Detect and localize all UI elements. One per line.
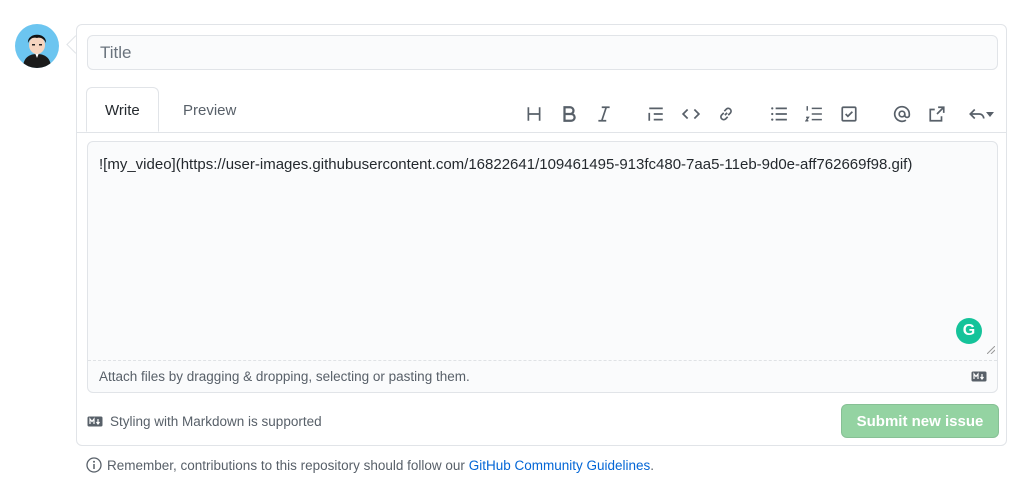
header-icon[interactable] (523, 103, 545, 125)
markdown-icon (971, 371, 987, 382)
guidelines-note: Remember, contributions to this reposito… (86, 457, 654, 473)
numbered-list-icon[interactable] (803, 103, 825, 125)
tab-preview[interactable]: Preview (165, 87, 254, 132)
resize-handle-icon[interactable] (987, 346, 995, 354)
link-icon[interactable] (715, 103, 737, 125)
title-input[interactable] (87, 35, 998, 70)
attach-files-text: Attach files by dragging & dropping, sel… (99, 369, 470, 384)
avatar[interactable] (15, 24, 59, 68)
body-text[interactable]: ![my_video](https://user-images.githubus… (99, 156, 912, 173)
cross-reference-icon[interactable] (926, 103, 948, 125)
code-icon[interactable] (680, 103, 702, 125)
attach-files-bar[interactable]: Attach files by dragging & dropping, sel… (88, 360, 997, 392)
editor-tabs: Write Preview (77, 87, 1006, 133)
markdown-supported-link[interactable]: Styling with Markdown is supported (110, 414, 322, 429)
tab-write[interactable]: Write (86, 87, 159, 132)
mention-icon[interactable] (891, 103, 913, 125)
quote-icon[interactable] (645, 103, 667, 125)
bold-icon[interactable] (558, 103, 580, 125)
submit-new-issue-button[interactable]: Submit new issue (841, 404, 999, 438)
italic-icon[interactable] (593, 103, 615, 125)
new-issue-form: Write Preview ![my_video](ht (76, 24, 1007, 446)
grammarly-icon[interactable]: G (956, 318, 982, 344)
info-icon (86, 457, 102, 473)
markdown-icon (87, 416, 103, 427)
community-guidelines-link[interactable]: GitHub Community Guidelines (469, 458, 651, 473)
bulleted-list-icon[interactable] (768, 103, 790, 125)
reply-icon[interactable] (963, 103, 999, 125)
guidelines-suffix: . (650, 457, 655, 473)
chevron-down-icon (986, 112, 994, 117)
guidelines-prefix: Remember, contributions to this reposito… (107, 457, 465, 473)
comment-body[interactable]: ![my_video](https://user-images.githubus… (87, 141, 998, 393)
task-list-icon[interactable] (838, 103, 860, 125)
